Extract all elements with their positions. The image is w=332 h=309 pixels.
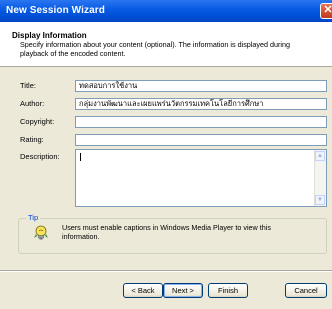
window-title: New Session Wizard — [6, 5, 105, 16]
lightbulb-icon — [34, 225, 48, 240]
header-description: Specify information about your content (… — [20, 40, 290, 58]
wizard-window: New Session Wizard ✕ Display Information… — [0, 0, 332, 309]
button-separator — [0, 270, 332, 272]
rating-field[interactable] — [75, 134, 327, 146]
rating-label: Rating: — [20, 135, 44, 144]
tip-text: Users must enable captions in Windows Me… — [62, 223, 271, 241]
wizard-header: Display Information Specify information … — [0, 22, 332, 67]
cancel-button[interactable]: Cancel — [285, 283, 327, 298]
description-textarea[interactable]: ▲ ▼ — [75, 149, 327, 207]
tip-legend: Tip — [26, 213, 41, 222]
description-label: Description: — [20, 152, 60, 161]
finish-button[interactable]: Finish — [208, 283, 248, 298]
scroll-up-icon[interactable]: ▲ — [315, 151, 325, 161]
title-label: Title: — [20, 81, 36, 90]
back-button[interactable]: < Back — [123, 283, 163, 298]
copyright-label: Copyright: — [20, 117, 55, 126]
next-button[interactable]: Next > — [163, 283, 203, 298]
title-bar[interactable]: New Session Wizard ✕ — [0, 0, 332, 22]
author-label: Author: — [20, 99, 45, 108]
text-caret — [80, 153, 81, 161]
author-field[interactable]: กลุ่มงานพัฒนาและเผยแพร่นวัตกรรมเทคโนโลยี… — [75, 98, 327, 110]
description-scrollbar[interactable]: ▲ ▼ — [314, 150, 326, 206]
close-icon[interactable]: ✕ — [320, 3, 332, 19]
copyright-field[interactable] — [75, 116, 327, 128]
scroll-down-icon[interactable]: ▼ — [315, 195, 325, 205]
title-field[interactable]: ทดสอบการใช้งาน — [75, 80, 327, 92]
header-title: Display Information — [12, 31, 87, 40]
